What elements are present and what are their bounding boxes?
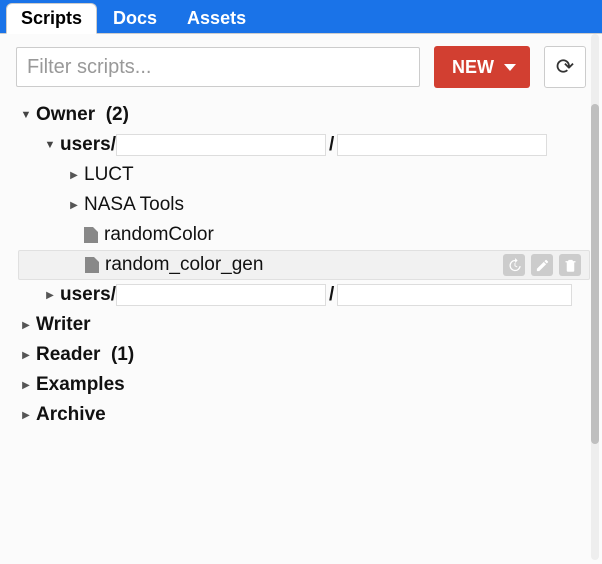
path-separator: / bbox=[329, 134, 334, 156]
row-actions bbox=[503, 254, 581, 276]
tree-node-reader[interactable]: Reader (1) bbox=[18, 340, 590, 370]
expand-icon bbox=[42, 139, 58, 151]
new-button[interactable]: NEW bbox=[434, 46, 530, 88]
tree-node-users-1[interactable]: users/ / bbox=[18, 130, 590, 160]
redacted-segment bbox=[337, 284, 572, 306]
tree-label: LUCT bbox=[84, 164, 134, 186]
tree-count: (1) bbox=[111, 344, 134, 366]
tree-label: users/ bbox=[60, 284, 116, 306]
redacted-segment bbox=[337, 134, 547, 156]
tree-node-luct[interactable]: LUCT bbox=[18, 160, 590, 190]
tree-label: Reader bbox=[36, 344, 100, 366]
tree-label: users/ bbox=[60, 134, 116, 156]
delete-icon[interactable] bbox=[559, 254, 581, 276]
collapse-icon bbox=[18, 410, 34, 421]
tree-node-owner[interactable]: Owner (2) bbox=[18, 100, 590, 130]
tree-label: random_color_gen bbox=[105, 254, 263, 276]
refresh-icon: ⟳ bbox=[556, 54, 574, 80]
tab-assets[interactable]: Assets bbox=[173, 4, 260, 33]
collapse-icon bbox=[42, 290, 58, 301]
collapse-icon bbox=[18, 380, 34, 391]
toolbar: NEW ⟳ bbox=[0, 34, 602, 100]
expand-icon bbox=[18, 109, 34, 121]
tree-node-writer[interactable]: Writer bbox=[18, 310, 590, 340]
tree-node-users-2[interactable]: users/ / bbox=[18, 280, 590, 310]
edit-icon[interactable] bbox=[531, 254, 553, 276]
new-button-label: NEW bbox=[452, 57, 494, 78]
script-tree: Owner (2) users/ / LUCT NASA Tools rando… bbox=[0, 100, 602, 430]
history-icon[interactable] bbox=[503, 254, 525, 276]
redacted-segment bbox=[116, 134, 326, 156]
filter-scripts-input[interactable] bbox=[16, 47, 420, 87]
file-icon bbox=[84, 227, 98, 243]
collapse-icon bbox=[18, 350, 34, 361]
tab-bar: Scripts Docs Assets bbox=[0, 0, 602, 34]
tab-docs[interactable]: Docs bbox=[99, 4, 171, 33]
tree-label: randomColor bbox=[104, 224, 214, 246]
scrollbar[interactable] bbox=[591, 34, 599, 560]
tree-count: (2) bbox=[106, 104, 129, 126]
collapse-icon bbox=[18, 320, 34, 331]
collapse-icon bbox=[66, 170, 82, 181]
tree-label: NASA Tools bbox=[84, 194, 184, 216]
tree-node-nasa-tools[interactable]: NASA Tools bbox=[18, 190, 590, 220]
tree-node-random-color[interactable]: randomColor bbox=[18, 220, 590, 250]
file-icon bbox=[85, 257, 99, 273]
redacted-segment bbox=[116, 284, 326, 306]
scrollbar-thumb[interactable] bbox=[591, 104, 599, 444]
collapse-icon bbox=[66, 200, 82, 211]
path-separator: / bbox=[329, 284, 334, 306]
tab-scripts[interactable]: Scripts bbox=[6, 3, 97, 34]
chevron-down-icon bbox=[504, 64, 516, 71]
tree-node-random-color-gen[interactable]: random_color_gen bbox=[18, 250, 590, 280]
tree-label: Examples bbox=[36, 374, 125, 396]
tree-node-archive[interactable]: Archive bbox=[18, 400, 590, 430]
refresh-button[interactable]: ⟳ bbox=[544, 46, 586, 88]
tree-label: Archive bbox=[36, 404, 106, 426]
tree-node-examples[interactable]: Examples bbox=[18, 370, 590, 400]
tree-label: Owner bbox=[36, 104, 95, 126]
tree-label: Writer bbox=[36, 314, 91, 336]
